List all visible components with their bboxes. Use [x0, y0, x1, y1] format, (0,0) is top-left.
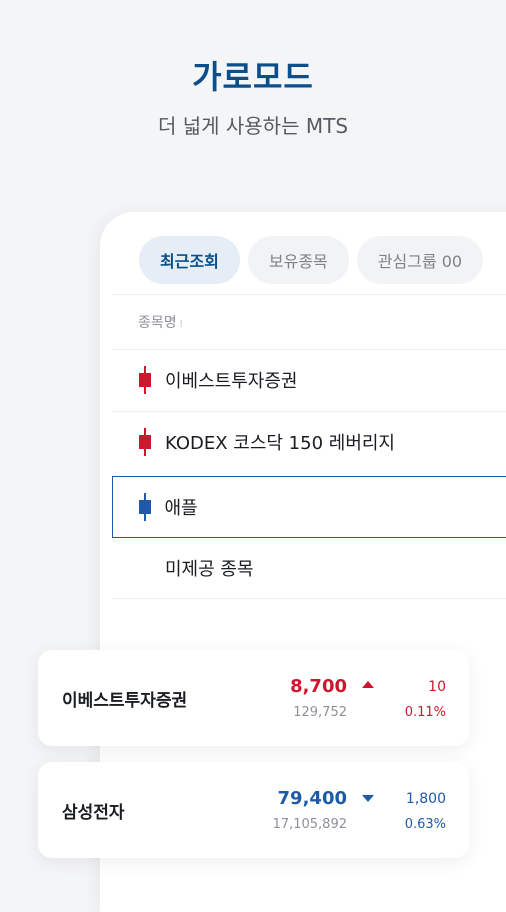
sort-updown-icon[interactable]: ⁝ — [180, 319, 183, 330]
column-header-label: 종목명 — [138, 315, 177, 331]
list-item-label: 애플 — [164, 498, 198, 519]
stock-card[interactable]: 이베스트투자증권 8,700 129,752 10 0.11% — [38, 650, 469, 746]
stock-name: 삼성전자 — [62, 803, 125, 823]
list-item[interactable]: 미제공 종목 — [112, 538, 506, 598]
hero-title: 가로모드 — [192, 58, 314, 96]
stock-change-rate: 0.63% — [404, 817, 446, 832]
list-item[interactable]: KODEX 코스닥 150 레버리지 — [112, 412, 506, 472]
divider — [112, 294, 506, 295]
list-item-label: KODEX 코스닥 150 레버리지 — [165, 433, 395, 454]
list-item-selected[interactable]: 애플 — [112, 476, 506, 538]
stock-volume: 17,105,892 — [272, 817, 347, 832]
hero-subtitle: 더 넓게 사용하는 MTS — [157, 114, 349, 138]
stock-price: 79,400 — [277, 788, 347, 809]
stock-change: 10 — [428, 679, 446, 695]
column-header[interactable]: 종목명 ⁝ — [138, 312, 183, 332]
stock-card[interactable]: 삼성전자 79,400 17,105,892 1,800 0.63% — [38, 762, 469, 858]
stock-change-rate: 0.11% — [404, 705, 446, 720]
list-item-label: 이베스트투자증권 — [165, 371, 298, 392]
list-item[interactable]: 이베스트투자증권 — [112, 350, 506, 410]
candle-up-icon — [139, 428, 151, 456]
candle-up-icon — [139, 366, 151, 394]
tab-bar: 최근조회 보유종목 관심그룹 00 — [112, 236, 506, 286]
stock-volume: 129,752 — [293, 705, 347, 720]
stock-name: 이베스트투자증권 — [62, 691, 188, 711]
tab-holdings[interactable]: 보유종목 — [247, 236, 349, 284]
triangle-down-icon — [362, 795, 374, 802]
stock-change: 1,800 — [405, 791, 446, 807]
tab-recent[interactable]: 최근조회 — [139, 236, 240, 284]
list-item-label: 미제공 종목 — [165, 559, 254, 580]
candle-down-icon — [138, 493, 151, 521]
stock-price: 8,700 — [290, 676, 347, 697]
triangle-up-icon — [362, 681, 374, 688]
divider — [112, 598, 506, 599]
tab-watch-group[interactable]: 관심그룹 00 — [356, 236, 484, 284]
